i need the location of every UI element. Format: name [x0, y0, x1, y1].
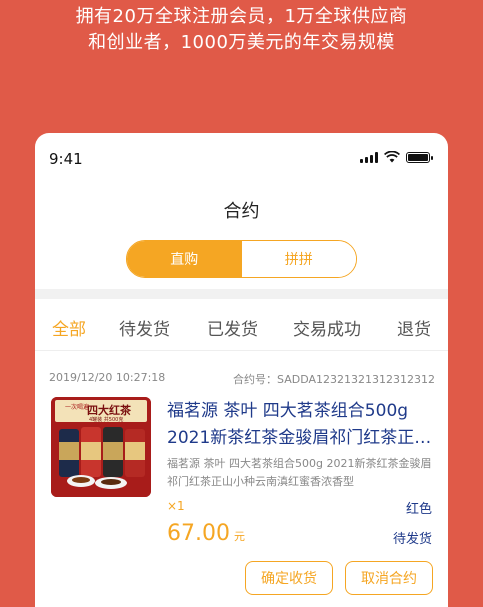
price: 67.00 元: [167, 521, 245, 546]
product-description: 福茗源 茶叶 四大茗茶组合500g 2021新茶红茶金骏眉祁门红茶正山小种云南滇…: [167, 457, 432, 488]
phone-screen: 9:41 合约 直购 拼拼 全部 待发货 已发货 交易成功 退货 2019/12…: [35, 133, 448, 607]
order-status: 待发货: [392, 532, 432, 547]
order-status-tabs: 全部 待发货 已发货 交易成功 退货: [35, 299, 448, 351]
order-datetime: 2019/12/20 10:27:18: [49, 371, 166, 384]
tab-shipped[interactable]: 已发货: [207, 315, 258, 340]
promo-line-1: 拥有20万全球注册会员，1万全球供应商: [75, 6, 408, 27]
order-type-switch: 直购 拼拼: [126, 240, 357, 278]
section-divider: [35, 289, 448, 299]
tab-completed[interactable]: 交易成功: [293, 315, 361, 340]
tab-pending-shipment[interactable]: 待发货: [119, 315, 170, 340]
cancel-contract-button[interactable]: 取消合约: [345, 561, 433, 595]
banner-main-text: 四大红茶: [87, 403, 132, 417]
segment-direct[interactable]: 直购: [127, 241, 242, 277]
signal-icon: [360, 151, 378, 163]
price-unit: 元: [233, 530, 245, 543]
tab-returns[interactable]: 退货: [397, 315, 431, 340]
banner-left-text: 一次喝遍: [65, 403, 89, 411]
order-meta: 2019/12/20 10:27:18 合约号：SADDA12321321312…: [49, 371, 435, 387]
quantity: ×1: [167, 499, 185, 513]
status-time: 9:41: [49, 150, 83, 168]
page-title: 合约: [223, 201, 260, 222]
banner-sub-text: 4罐装 共500克: [89, 416, 123, 423]
battery-icon: [406, 151, 433, 163]
product-title[interactable]: 福茗源 茶叶 四大茗茶组合500g 2021新茶红茶金骏眉祁门红茶正山小种云南滇…: [167, 398, 439, 452]
wifi-icon: [384, 151, 400, 163]
promo-line-2: 和创业者，1000万美元的年交易规模: [88, 32, 395, 53]
contract-number: 合约号：SADDA12321321312312312: [233, 373, 435, 386]
promo-text: 拥有20万全球注册会员，1万全球供应商 和创业者，1000万美元的年交易规模: [0, 4, 483, 56]
confirm-receipt-button[interactable]: 确定收货: [245, 561, 333, 595]
price-value: 67.00: [167, 521, 230, 546]
segment-group[interactable]: 拼拼: [241, 241, 356, 277]
tea-product-graphic: 一次喝遍 四大红茶 4罐装 共500克: [51, 397, 151, 497]
status-bar: 9:41: [35, 133, 448, 183]
tab-all[interactable]: 全部: [52, 315, 86, 340]
product-color: 红色: [405, 502, 432, 517]
status-icons: [360, 151, 433, 163]
product-image[interactable]: 一次喝遍 四大红茶 4罐装 共500克: [51, 397, 151, 497]
